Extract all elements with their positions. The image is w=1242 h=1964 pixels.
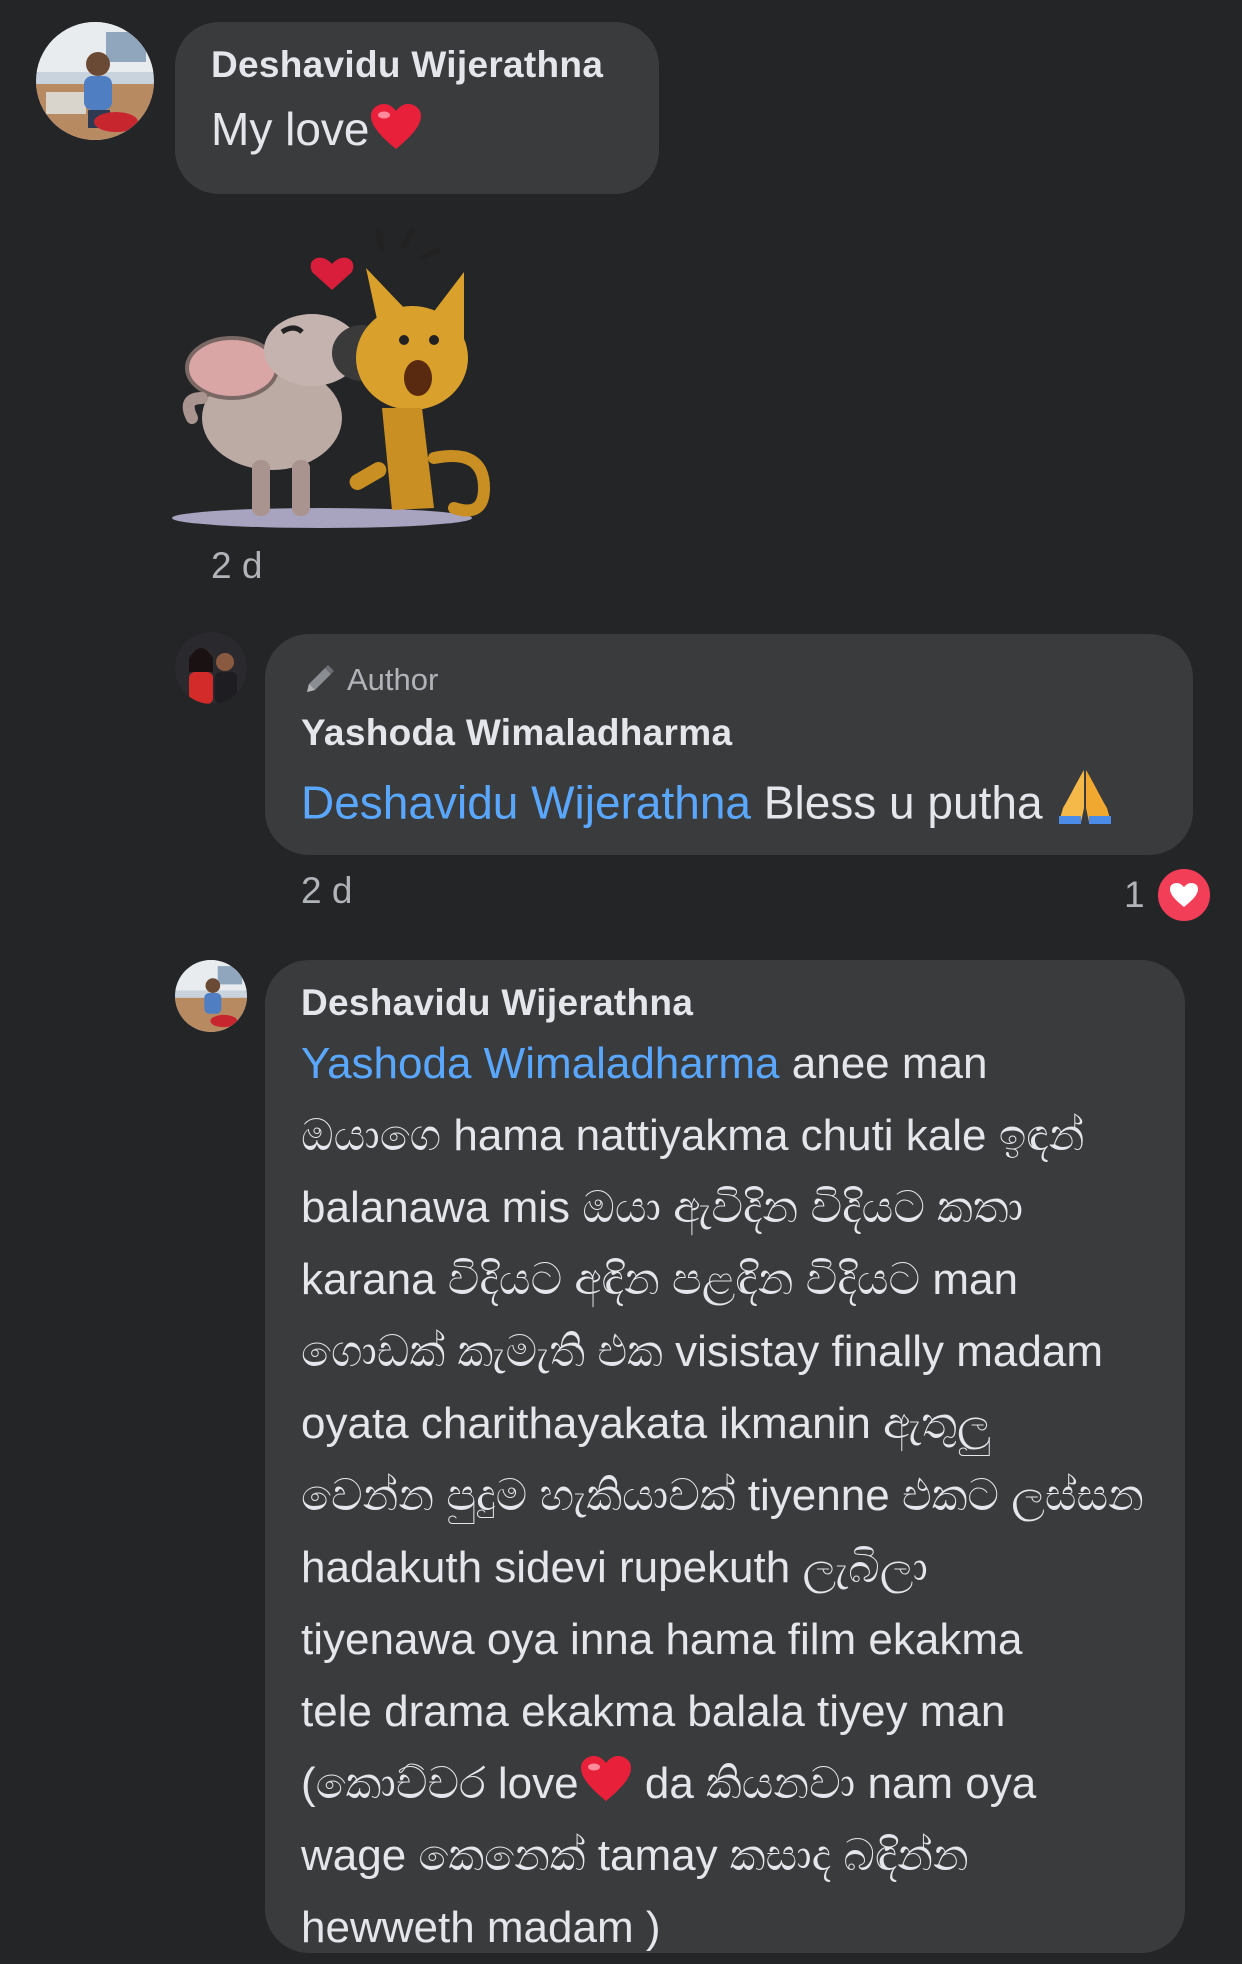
mouse-kissing-cat-sticker bbox=[172, 227, 502, 538]
mention-link[interactable]: Yashoda Wimaladharma bbox=[301, 1039, 780, 1088]
avatar-photo-icon bbox=[36, 22, 154, 140]
avatar-deshavidu[interactable] bbox=[36, 22, 154, 140]
red-heart-icon bbox=[371, 103, 422, 149]
sticker-icon bbox=[172, 227, 491, 528]
pencil-icon bbox=[307, 665, 334, 692]
reaction-count: 1 bbox=[1124, 874, 1145, 915]
comment-bubble[interactable]: Deshavidu Wijerathna My love bbox=[175, 22, 659, 194]
avatar-photo-icon bbox=[175, 632, 247, 704]
love-reaction-icon bbox=[1154, 866, 1213, 924]
comment-bubble[interactable]: Deshavidu Wijerathna Yashoda Wimaladharm… bbox=[265, 960, 1185, 1953]
comment-bubble[interactable]: Author Yashoda Wimaladharma Deshavidu Wi… bbox=[265, 634, 1193, 855]
avatar-photo-icon bbox=[175, 960, 247, 1032]
red-heart-icon bbox=[580, 1756, 631, 1802]
author-badge: Author bbox=[301, 660, 1157, 700]
avatar-yashoda[interactable] bbox=[175, 632, 247, 704]
comment-text: Deshavidu Wijerathna Bless u putha bbox=[301, 768, 1157, 831]
comment-timestamp: 2 d bbox=[211, 545, 263, 586]
comment-timestamp: 2 d bbox=[301, 870, 353, 911]
comment-text: Yashoda Wimaladharma anee man ඔයාගෙ hama… bbox=[301, 1039, 1144, 1952]
comment-text: My love bbox=[211, 102, 623, 157]
mention-link[interactable]: Deshavidu Wijerathna bbox=[301, 776, 751, 828]
author-badge-label: Author bbox=[347, 662, 439, 697]
avatar-deshavidu[interactable] bbox=[175, 960, 247, 1032]
comment-author[interactable]: Yashoda Wimaladharma bbox=[301, 712, 1157, 754]
reaction-summary[interactable]: 1 bbox=[1124, 866, 1213, 924]
comment-author[interactable]: Deshavidu Wijerathna bbox=[301, 982, 1149, 1024]
comment-author[interactable]: Deshavidu Wijerathna bbox=[211, 44, 623, 86]
folded-hands-icon bbox=[1059, 770, 1112, 824]
